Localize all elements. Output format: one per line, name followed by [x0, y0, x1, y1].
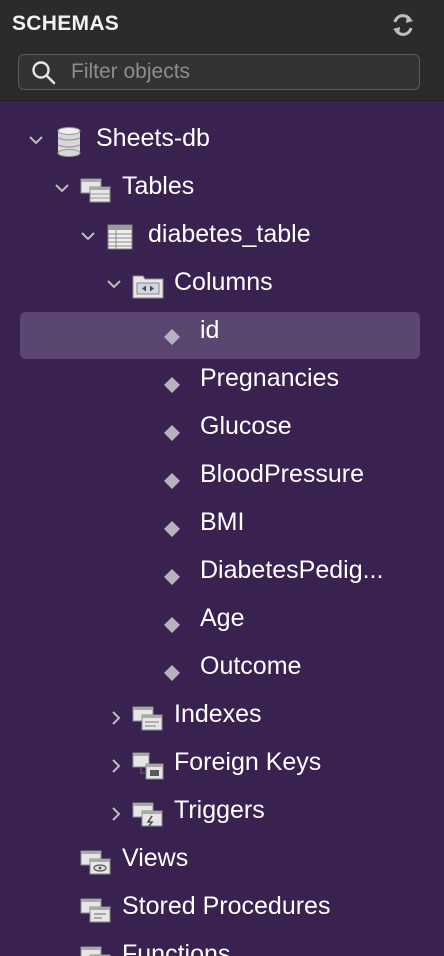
tree-item-triggers[interactable]: Triggers [0, 790, 444, 830]
refresh-icon[interactable] [388, 10, 418, 40]
tree-item-schema[interactable]: Sheets-db [0, 118, 444, 158]
columns-folder-icon [132, 275, 164, 299]
panel-header: SCHEMAS [0, 0, 444, 101]
tree-item-columns[interactable]: Columns [0, 262, 444, 302]
column-item-bmi[interactable]: BMI [0, 504, 444, 544]
foreign-keys-icon [132, 752, 164, 780]
column-label: id [200, 316, 220, 344]
column-diamond-icon [164, 521, 180, 537]
column-label: Pregnancies [200, 364, 339, 392]
column-diamond-icon [164, 377, 180, 393]
filter-objects-input[interactable] [71, 59, 411, 85]
indexes-icon [132, 706, 163, 731]
table-icon [107, 224, 133, 250]
tree-item-tables[interactable]: Tables [0, 166, 444, 206]
chevron-right-icon[interactable] [108, 758, 124, 774]
foreign-keys-label: Foreign Keys [174, 748, 322, 776]
database-icon [57, 127, 81, 157]
column-item-pregnancies[interactable]: Pregnancies [0, 360, 444, 400]
column-item-bloodpressure[interactable]: BloodPressure [0, 456, 444, 496]
column-diamond-icon [164, 569, 180, 585]
column-diamond-icon [164, 617, 180, 633]
filter-search-box[interactable] [18, 54, 420, 90]
column-diamond-icon [164, 425, 180, 441]
column-diamond-icon [164, 329, 180, 345]
tree-item-functions[interactable]: Functions [0, 934, 444, 956]
tree-item-indexes[interactable]: Indexes [0, 694, 444, 734]
triggers-label: Triggers [174, 796, 265, 824]
chevron-down-icon[interactable] [80, 228, 96, 244]
column-label: DiabetesPedig... [200, 556, 384, 584]
tree-item-foreign-keys[interactable]: Foreign Keys [0, 742, 444, 782]
chevron-down-icon[interactable] [106, 276, 122, 292]
tree-item-views[interactable]: Views [0, 838, 444, 878]
schemas-panel: SCHEMAS Sheets-db [0, 0, 444, 956]
views-label: Views [122, 844, 189, 872]
functions-icon [80, 946, 111, 956]
chevron-down-icon[interactable] [54, 180, 70, 196]
tables-label: Tables [122, 172, 195, 200]
column-label: Glucose [200, 412, 292, 440]
functions-label: Functions [122, 940, 231, 956]
stored-procedures-label: Stored Procedures [122, 892, 331, 920]
search-icon [32, 61, 56, 85]
selection-highlight [20, 312, 420, 359]
panel-title: SCHEMAS [12, 12, 120, 35]
column-label: Outcome [200, 652, 302, 680]
chevron-right-icon[interactable] [108, 806, 124, 822]
chevron-right-icon[interactable] [108, 710, 124, 726]
column-item-id[interactable]: id [0, 312, 444, 359]
column-diamond-icon [164, 473, 180, 489]
tree-item-table[interactable]: diabetes_table [0, 214, 444, 254]
stored-procedures-icon [80, 898, 111, 923]
schema-label: Sheets-db [96, 124, 210, 152]
triggers-icon [132, 802, 163, 827]
tree-item-stored-procedures[interactable]: Stored Procedures [0, 886, 444, 926]
chevron-down-icon[interactable] [28, 132, 44, 148]
column-item-outcome[interactable]: Outcome [0, 648, 444, 688]
column-item-glucose[interactable]: Glucose [0, 408, 444, 448]
column-label: Age [200, 604, 245, 632]
views-icon [80, 850, 111, 875]
indexes-label: Indexes [174, 700, 262, 728]
column-label: BMI [200, 508, 245, 536]
table-name-label: diabetes_table [148, 220, 311, 248]
column-item-diabetespedigree[interactable]: DiabetesPedig... [0, 552, 444, 592]
column-label: BloodPressure [200, 460, 364, 488]
column-item-age[interactable]: Age [0, 600, 444, 640]
columns-label: Columns [174, 268, 273, 296]
column-diamond-icon [164, 665, 180, 681]
tables-folder-icon [80, 178, 111, 203]
